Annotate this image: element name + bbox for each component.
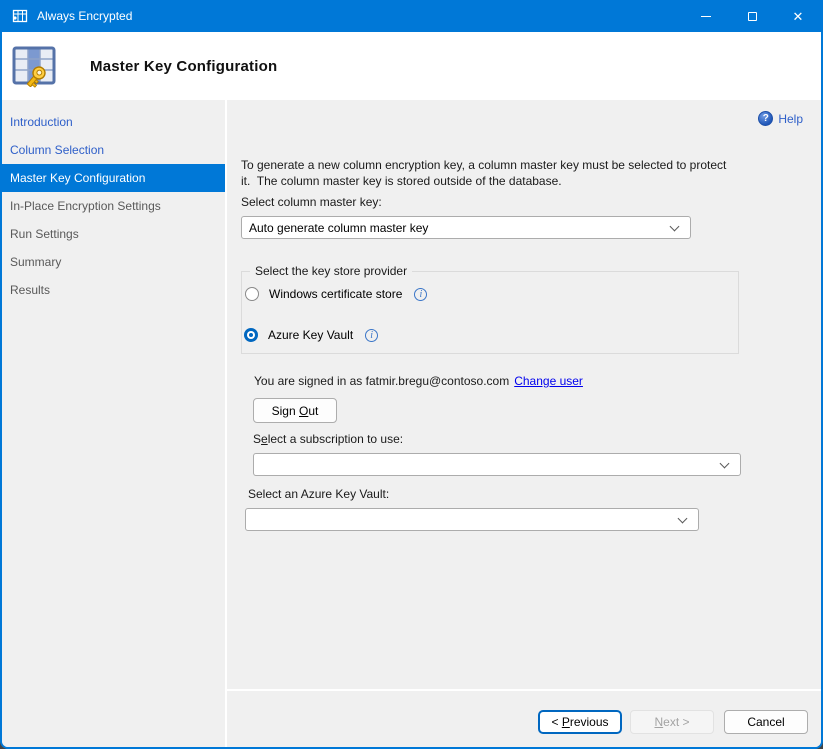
key-store-provider-legend: Select the key store provider	[250, 264, 412, 278]
table-key-icon	[10, 42, 58, 90]
vault-dropdown[interactable]	[245, 508, 699, 531]
help-icon: ?	[758, 111, 773, 126]
always-encrypted-wizard-window: Always Encrypted ✕ M	[0, 0, 823, 749]
intro-text-line1: To generate a new column encryption key,…	[241, 157, 726, 173]
minimize-button[interactable]	[683, 0, 729, 32]
radio-on-icon[interactable]	[244, 328, 258, 342]
page-title: Master Key Configuration	[90, 58, 277, 75]
radio-azure-key-vault-label[interactable]: Azure Key Vault	[268, 328, 353, 342]
radio-azure-key-vault[interactable]: Azure Key Vault i	[244, 328, 378, 342]
sidebar-item-introduction[interactable]: Introduction	[2, 108, 225, 136]
step-sidebar: Introduction Column Selection Master Key…	[2, 100, 225, 747]
key-store-provider-group: Select the key store provider Windows ce…	[241, 271, 739, 354]
cancel-button[interactable]: Cancel	[724, 710, 808, 734]
sidebar-item-results[interactable]: Results	[2, 276, 225, 304]
sidebar-item-in-place-encryption[interactable]: In-Place Encryption Settings	[2, 192, 225, 220]
title-bar: Always Encrypted ✕	[2, 0, 821, 32]
sidebar-item-run-settings[interactable]: Run Settings	[2, 220, 225, 248]
help-link[interactable]: ? Help	[758, 111, 803, 126]
close-button[interactable]: ✕	[775, 0, 821, 32]
close-icon: ✕	[793, 10, 804, 23]
app-table-key-icon	[11, 7, 29, 25]
sign-out-button[interactable]: Sign Out	[253, 398, 337, 423]
sidebar-item-column-selection[interactable]: Column Selection	[2, 136, 225, 164]
radio-off-icon[interactable]	[245, 287, 259, 301]
signed-in-text: You are signed in as fatmir.bregu@contos…	[254, 374, 509, 388]
help-label: Help	[778, 112, 803, 126]
master-key-label: Select column master key:	[241, 195, 382, 209]
wizard-body: Introduction Column Selection Master Key…	[2, 100, 821, 747]
main-column: ? Help To generate a new column encrypti…	[227, 100, 821, 747]
info-icon[interactable]: i	[414, 288, 427, 301]
chevron-down-icon	[720, 458, 730, 468]
sidebar-item-master-key-configuration[interactable]: Master Key Configuration	[2, 164, 225, 192]
previous-button[interactable]: < Previous	[538, 710, 622, 734]
info-icon[interactable]: i	[365, 329, 378, 342]
subscription-dropdown[interactable]	[253, 453, 741, 476]
intro-text-line2: it. The column master key is stored outs…	[241, 173, 562, 189]
master-key-dropdown-value: Auto generate column master key	[242, 221, 671, 235]
next-button[interactable]: Next >	[630, 710, 714, 734]
minimize-icon	[701, 16, 711, 17]
master-key-dropdown[interactable]: Auto generate column master key	[241, 216, 691, 239]
chevron-down-icon	[678, 513, 688, 523]
subscription-label: Select a subscription to use:	[253, 432, 403, 446]
window-title: Always Encrypted	[37, 9, 132, 23]
signed-in-row: You are signed in as fatmir.bregu@contos…	[254, 374, 583, 388]
radio-windows-certificate-store[interactable]: Windows certificate store i	[245, 287, 427, 301]
maximize-button[interactable]	[729, 0, 775, 32]
maximize-icon	[748, 12, 757, 21]
page-header: Master Key Configuration	[2, 32, 821, 100]
chevron-down-icon	[670, 221, 680, 231]
footer-bar: < Previous Next > Cancel	[227, 691, 821, 747]
main-content: ? Help To generate a new column encrypti…	[227, 100, 821, 689]
change-user-link[interactable]: Change user	[514, 374, 583, 388]
vault-label: Select an Azure Key Vault:	[248, 487, 389, 501]
radio-windows-certificate-store-label[interactable]: Windows certificate store	[269, 287, 402, 301]
sidebar-item-summary[interactable]: Summary	[2, 248, 225, 276]
